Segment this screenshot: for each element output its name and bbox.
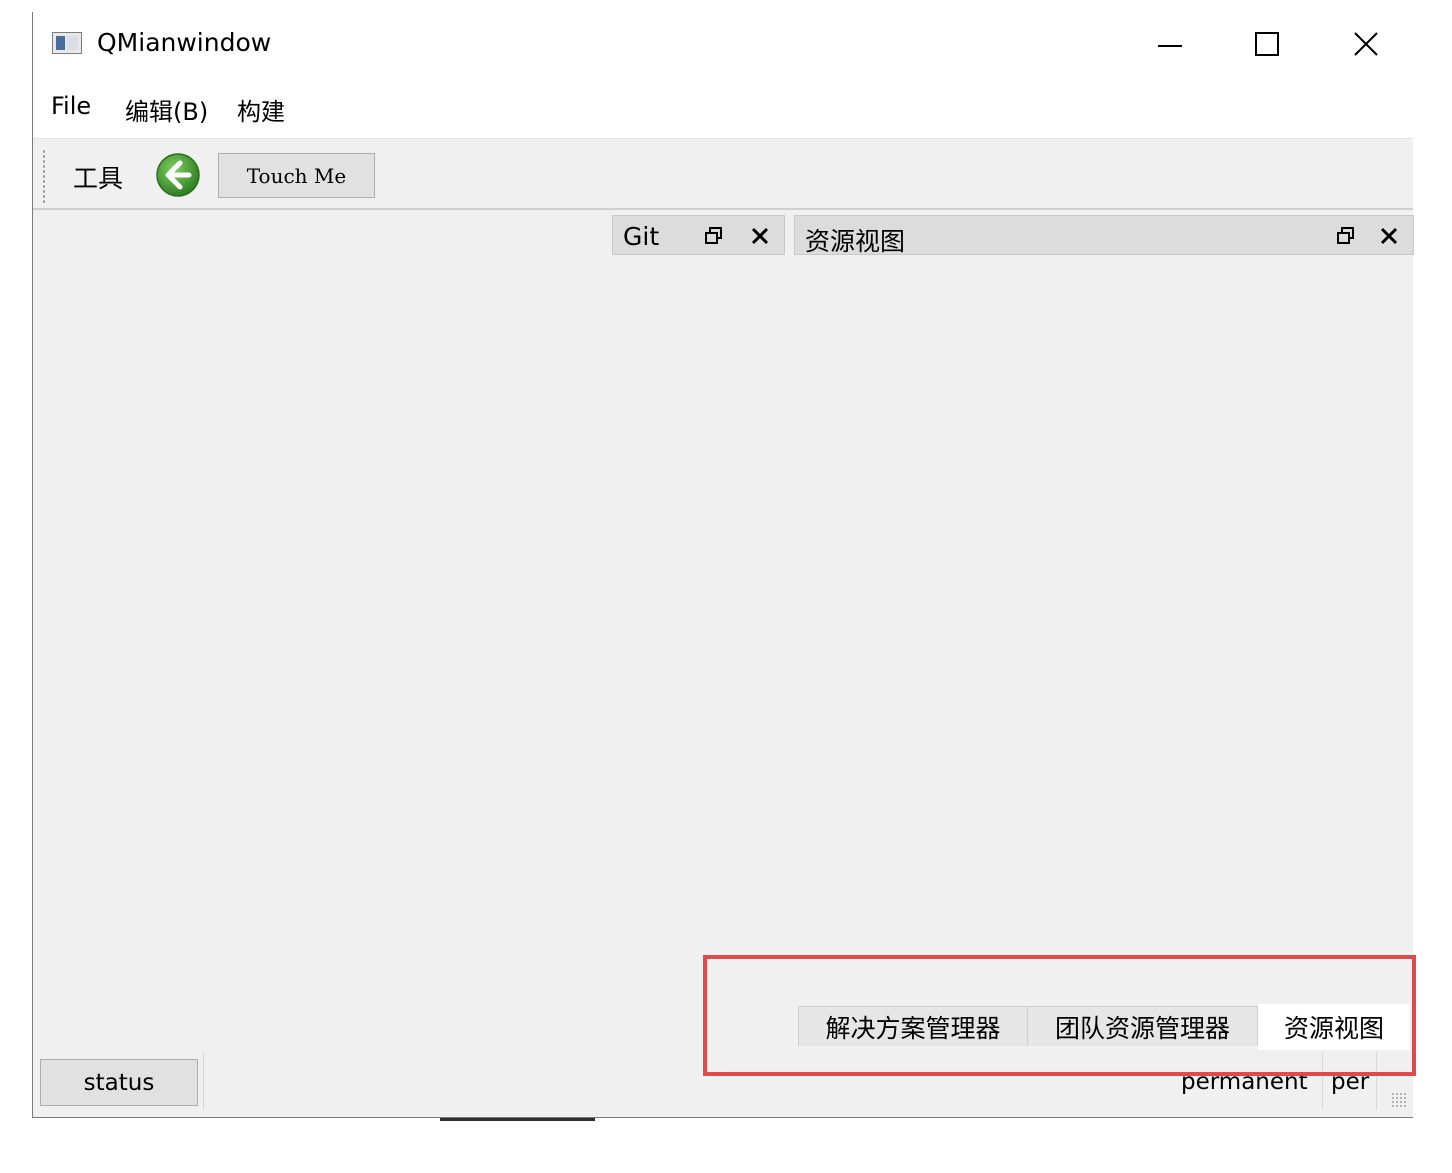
title-bar[interactable]: QMianwindow: [33, 12, 1413, 78]
menu-edit[interactable]: 编辑(B): [125, 92, 208, 127]
tools-button[interactable]: 工具: [73, 159, 123, 195]
permanent-label-1: permanent: [1181, 1069, 1308, 1095]
back-button[interactable]: [155, 152, 201, 198]
status-separator: [203, 1052, 204, 1110]
minimize-icon: [1158, 45, 1182, 47]
float-icon[interactable]: [703, 225, 725, 247]
main-window: QMianwindow File 编辑(B) 构建 工具 Touch Me Gi…: [32, 12, 1414, 1118]
close-icon[interactable]: [1378, 225, 1400, 247]
menu-build[interactable]: 构建: [237, 92, 285, 127]
window-title: QMianwindow: [97, 28, 272, 57]
dock-git-title: Git: [623, 222, 660, 251]
tab-team-explorer[interactable]: 团队资源管理器: [1028, 1006, 1258, 1046]
minimize-button[interactable]: [1140, 22, 1200, 66]
size-grip[interactable]: [1391, 1092, 1407, 1108]
status-separator: [1376, 1052, 1377, 1110]
tab-resource-view[interactable]: 资源视图: [1258, 1004, 1410, 1050]
menu-file[interactable]: File: [51, 92, 91, 120]
close-icon[interactable]: [749, 225, 771, 247]
close-icon: [1354, 32, 1378, 56]
close-button[interactable]: [1336, 22, 1396, 66]
arrow-left-circle-icon: [156, 153, 200, 197]
dock-git-titlebar[interactable]: Git: [612, 215, 785, 255]
toolbar-grip[interactable]: [42, 149, 46, 205]
dock-resource-titlebar[interactable]: 资源视图: [794, 215, 1414, 256]
maximize-icon: [1255, 32, 1279, 56]
touch-me-button[interactable]: Touch Me: [218, 153, 375, 198]
tab-solution-explorer[interactable]: 解决方案管理器: [798, 1006, 1028, 1046]
maximize-button[interactable]: [1237, 22, 1297, 66]
menu-bar: File 编辑(B) 构建: [33, 78, 1413, 138]
screen: QMianwindow File 编辑(B) 构建 工具 Touch Me Gi…: [0, 0, 1452, 1173]
status-separator: [1322, 1052, 1323, 1110]
app-window-icon: [52, 32, 82, 54]
dock-resource-title: 资源视图: [805, 227, 906, 256]
status-button[interactable]: status: [40, 1059, 198, 1106]
permanent-label-2: per: [1331, 1069, 1370, 1095]
toolbar: 工具 Touch Me: [33, 138, 1413, 210]
float-icon[interactable]: [1335, 225, 1357, 247]
